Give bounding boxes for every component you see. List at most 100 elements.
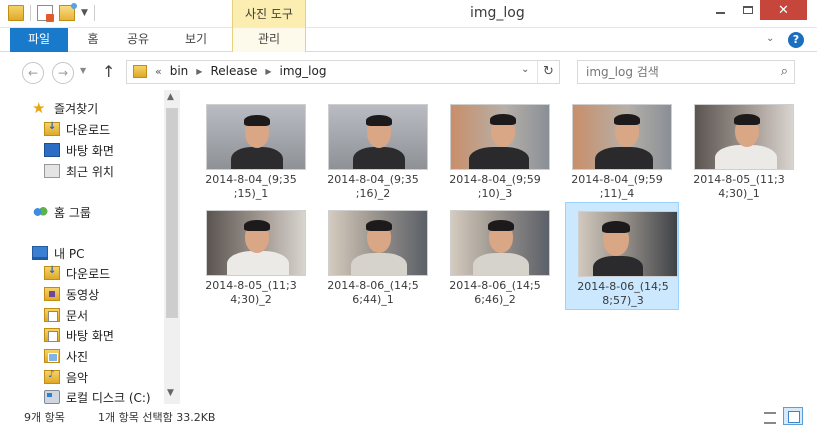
nav-item-pc-downloads[interactable]: 다운로드 bbox=[44, 263, 110, 283]
breadcrumb-item[interactable]: bin bbox=[170, 64, 189, 78]
nav-item-label: 즐겨찾기 bbox=[54, 101, 99, 116]
toolbar-divider bbox=[30, 5, 31, 21]
file-item[interactable]: 2014-8-04_(9;59 ;11)_4 bbox=[560, 96, 674, 204]
downloads-folder-icon bbox=[44, 265, 60, 280]
folder-icon[interactable] bbox=[8, 5, 24, 21]
file-name: 2014-8-06_(14;5 6;46)_2 bbox=[449, 279, 541, 306]
nav-item-label: 동영상 bbox=[66, 287, 100, 302]
scrollbar-thumb[interactable] bbox=[166, 108, 178, 318]
nav-item-homegroup[interactable]: 홈 그룹 bbox=[32, 202, 91, 222]
up-arrow-icon[interactable]: ↑ bbox=[102, 62, 115, 81]
breadcrumb-separator-icon[interactable]: ▶ bbox=[265, 67, 271, 76]
nav-item-videos[interactable]: 동영상 bbox=[44, 284, 99, 304]
nav-item-pc-desktop[interactable]: 바탕 화면 bbox=[44, 325, 114, 345]
address-bar[interactable]: « bin ▶ Release ▶ img_log ⌄ ↻ bbox=[126, 60, 560, 84]
file-name: 2014-8-06_(14;5 8;57)_3 bbox=[577, 280, 669, 307]
navigation-pane: ★ 즐겨찾기 다운로드 바탕 화면 최근 위치 홈 그룹 내 PC 다운로드 동… bbox=[0, 90, 180, 404]
image-thumbnail bbox=[328, 104, 428, 170]
nav-item-label: 최근 위치 bbox=[66, 164, 114, 179]
nav-item-label: 홈 그룹 bbox=[54, 205, 91, 220]
file-item[interactable]: 2014-8-06_(14;5 6;46)_2 bbox=[438, 202, 552, 310]
documents-folder-icon bbox=[44, 308, 60, 322]
breadcrumb-overflow[interactable]: « bbox=[155, 65, 162, 78]
nav-item-downloads[interactable]: 다운로드 bbox=[44, 119, 110, 139]
address-history-chevron-icon[interactable]: ⌄ bbox=[521, 64, 529, 75]
search-icon[interactable]: ⌕ bbox=[781, 64, 788, 79]
breadcrumb-item[interactable]: img_log bbox=[280, 64, 327, 78]
image-thumbnail bbox=[450, 104, 550, 170]
nav-item-music[interactable]: 음악 bbox=[44, 367, 88, 387]
breadcrumb: « bin ▶ Release ▶ img_log bbox=[155, 64, 326, 78]
search-box[interactable]: ⌕ bbox=[577, 60, 795, 84]
search-input[interactable] bbox=[578, 61, 758, 83]
file-name: 2014-8-06_(14;5 6;44)_1 bbox=[327, 279, 419, 306]
nav-item-favorites[interactable]: ★ 즐겨찾기 bbox=[32, 98, 98, 118]
expand-ribbon-chevron-icon[interactable]: ⌄ bbox=[766, 33, 774, 44]
file-name: 2014-8-04_(9;35 ;16)_2 bbox=[327, 173, 419, 200]
file-list: 2014-8-04_(9;35 ;15)_1 2014-8-04_(9;35 ;16… bbox=[180, 90, 817, 404]
maximize-button[interactable] bbox=[734, 0, 762, 20]
help-icon[interactable]: ? bbox=[788, 32, 804, 48]
nav-item-pictures[interactable]: 사진 bbox=[44, 346, 88, 366]
forward-button[interactable]: → bbox=[52, 62, 74, 84]
close-icon: ✕ bbox=[778, 2, 789, 18]
nav-item-label: 로컬 디스크 (C:) bbox=[66, 390, 151, 405]
tab-share[interactable]: 공유 bbox=[118, 28, 158, 52]
nav-pane-scrollbar[interactable]: ▲ ▼ bbox=[164, 90, 180, 404]
minimize-button[interactable] bbox=[706, 0, 734, 20]
nav-item-label: 내 PC bbox=[54, 246, 85, 261]
nav-item-label: 바탕 화면 bbox=[66, 328, 114, 343]
tab-manage[interactable]: 관리 bbox=[232, 28, 306, 52]
tab-view[interactable]: 보기 bbox=[176, 28, 216, 52]
breadcrumb-item[interactable]: Release bbox=[210, 64, 257, 78]
file-name: 2014-8-04_(9;35 ;15)_1 bbox=[205, 173, 297, 200]
image-thumbnail bbox=[206, 104, 306, 170]
back-button[interactable]: ← bbox=[22, 62, 44, 84]
title-bar: ▼ 사진 도구 img_log ✕ bbox=[0, 0, 817, 28]
file-item[interactable]: 2014-8-06_(14;5 6;44)_1 bbox=[316, 202, 430, 310]
large-icons-view-icon[interactable] bbox=[783, 407, 803, 425]
customize-toolbar-chevron-icon[interactable]: ▼ bbox=[81, 8, 88, 18]
close-button[interactable]: ✕ bbox=[760, 0, 807, 20]
file-item[interactable]: 2014-8-04_(9;35 ;15)_1 bbox=[194, 96, 308, 204]
new-folder-icon[interactable] bbox=[59, 3, 77, 21]
picture-tools-tab-group: 사진 도구 bbox=[232, 0, 306, 28]
toolbar-divider bbox=[93, 5, 95, 21]
downloads-folder-icon bbox=[44, 121, 60, 136]
nav-item-label: 다운로드 bbox=[66, 122, 111, 137]
file-item[interactable]: 2014-8-05_(11;3 4;30)_2 bbox=[194, 202, 308, 310]
nav-item-recent-places[interactable]: 최근 위치 bbox=[44, 161, 114, 181]
nav-item-desktop[interactable]: 바탕 화면 bbox=[44, 140, 114, 160]
nav-item-this-pc[interactable]: 내 PC bbox=[32, 243, 84, 263]
recent-places-icon bbox=[44, 164, 60, 178]
scroll-down-icon[interactable]: ▼ bbox=[167, 388, 174, 398]
file-item-selected[interactable]: 2014-8-06_(14;5 8;57)_3 bbox=[565, 202, 679, 310]
folder-icon bbox=[133, 65, 147, 78]
file-name: 2014-8-05_(11;3 4;30)_2 bbox=[205, 279, 297, 306]
quick-access-toolbar: ▼ bbox=[8, 3, 95, 22]
image-thumbnail bbox=[328, 210, 428, 276]
file-item[interactable]: 2014-8-05_(11;3 4;30)_1 bbox=[682, 96, 796, 204]
window-title: img_log bbox=[470, 5, 525, 21]
status-bar: 9개 항목 1개 항목 선택함 33.2KB bbox=[0, 404, 817, 435]
recent-locations-chevron-icon[interactable]: ▼ bbox=[80, 66, 86, 75]
file-item[interactable]: 2014-8-04_(9;35 ;16)_2 bbox=[316, 96, 430, 204]
nav-item-documents[interactable]: 문서 bbox=[44, 305, 88, 325]
file-item[interactable]: 2014-8-04_(9;59 ;10)_3 bbox=[438, 96, 552, 204]
refresh-icon[interactable]: ↻ bbox=[537, 61, 559, 83]
local-disk-icon bbox=[44, 390, 60, 404]
selection-info: 1개 항목 선택함 33.2KB bbox=[98, 411, 216, 424]
computer-icon bbox=[32, 246, 48, 260]
properties-icon[interactable] bbox=[37, 5, 54, 22]
details-view-icon[interactable] bbox=[760, 407, 780, 425]
nav-item-local-disk[interactable]: 로컬 디스크 (C:) bbox=[44, 387, 151, 404]
file-name: 2014-8-04_(9;59 ;11)_4 bbox=[571, 173, 663, 200]
tab-file[interactable]: 파일 bbox=[10, 28, 68, 52]
scroll-up-icon[interactable]: ▲ bbox=[167, 92, 174, 102]
tab-home[interactable]: 홈 bbox=[74, 28, 112, 52]
breadcrumb-separator-icon[interactable]: ▶ bbox=[196, 67, 202, 76]
nav-item-label: 다운로드 bbox=[66, 266, 111, 281]
image-thumbnail bbox=[694, 104, 794, 170]
nav-item-label: 사진 bbox=[66, 349, 89, 364]
minimize-icon bbox=[715, 12, 725, 14]
